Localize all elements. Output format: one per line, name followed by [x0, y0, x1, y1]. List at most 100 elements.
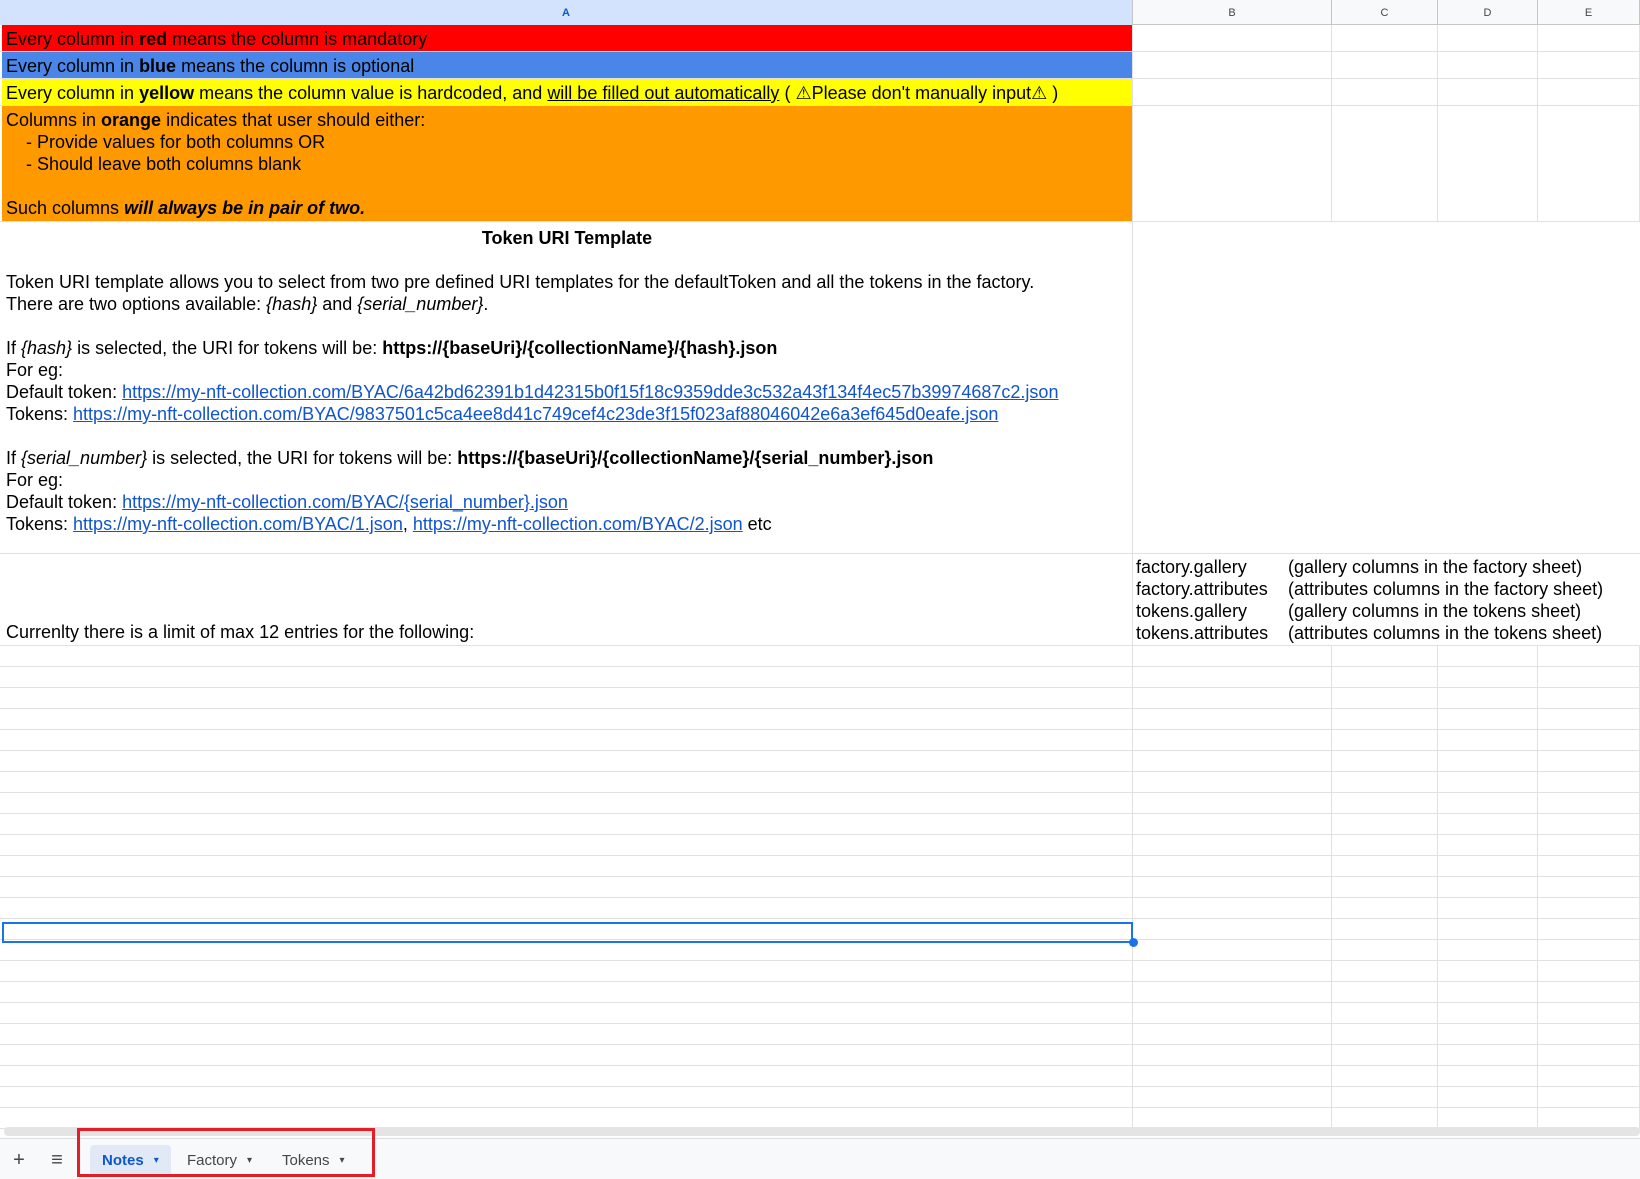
all-sheets-button[interactable]: ≡	[44, 1147, 70, 1173]
cell[interactable]	[1538, 106, 1640, 221]
cell[interactable]	[1538, 919, 1640, 939]
cell[interactable]	[1538, 835, 1640, 855]
cell[interactable]	[2, 877, 1133, 897]
chevron-down-icon[interactable]: ▾	[340, 1155, 345, 1166]
serial-tokens-link-2[interactable]: https://my-nft-collection.com/BYAC/2.jso…	[413, 514, 743, 534]
cell[interactable]	[1438, 709, 1538, 729]
cell[interactable]	[1538, 730, 1640, 750]
cell[interactable]	[1332, 1108, 1438, 1128]
cell-legend-orange[interactable]: Columns in orange indicates that user sh…	[2, 106, 1133, 221]
cell[interactable]	[1133, 106, 1332, 221]
cell[interactable]	[1332, 814, 1438, 834]
cell[interactable]	[1332, 1087, 1438, 1107]
cell[interactable]	[1332, 667, 1438, 687]
cell[interactable]	[1438, 877, 1538, 897]
cell[interactable]	[1538, 1024, 1640, 1044]
cell[interactable]	[1133, 751, 1332, 771]
cell[interactable]	[2, 1003, 1133, 1023]
cell[interactable]	[2, 667, 1133, 687]
cell[interactable]	[1538, 856, 1640, 876]
cell[interactable]	[1438, 1003, 1538, 1023]
cell[interactable]	[1538, 772, 1640, 792]
tab-tokens[interactable]: Tokens ▾	[270, 1145, 357, 1175]
cell[interactable]	[1332, 106, 1438, 221]
cell[interactable]	[1538, 1003, 1640, 1023]
cell[interactable]	[1332, 751, 1438, 771]
cell[interactable]	[1332, 646, 1438, 666]
hash-default-token-link[interactable]: https://my-nft-collection.com/BYAC/6a42b…	[122, 382, 1058, 402]
cell[interactable]	[1133, 1108, 1332, 1128]
cell[interactable]	[1538, 814, 1640, 834]
horizontal-scrollbar[interactable]	[4, 1127, 1640, 1136]
cell[interactable]	[1332, 772, 1438, 792]
cell[interactable]	[1438, 772, 1538, 792]
cell[interactable]	[1538, 1087, 1640, 1107]
cell[interactable]	[1438, 1066, 1538, 1086]
cell[interactable]	[1133, 1024, 1332, 1044]
cell[interactable]	[1133, 919, 1332, 939]
cell-merged-empty[interactable]	[1133, 222, 1640, 553]
cell[interactable]	[1538, 52, 1640, 78]
cell[interactable]	[1438, 982, 1538, 1002]
cell[interactable]	[1133, 730, 1332, 750]
cell[interactable]	[1438, 1045, 1538, 1065]
cell[interactable]	[1332, 730, 1438, 750]
cell[interactable]	[1133, 1066, 1332, 1086]
cell[interactable]	[1438, 814, 1538, 834]
column-header-d[interactable]: D	[1438, 0, 1538, 25]
cell[interactable]	[1538, 940, 1640, 960]
cell[interactable]	[2, 1087, 1133, 1107]
cell[interactable]	[2, 835, 1133, 855]
cell-limit-list[interactable]: factory.gallery (gallery columns in the f…	[1133, 554, 1640, 645]
cell[interactable]	[1332, 940, 1438, 960]
column-header-c[interactable]: C	[1332, 0, 1438, 25]
cell[interactable]	[2, 898, 1133, 918]
cell[interactable]	[1438, 751, 1538, 771]
cell[interactable]	[2, 772, 1133, 792]
cell[interactable]	[2, 982, 1133, 1002]
tab-factory[interactable]: Factory ▾	[175, 1145, 264, 1175]
cell[interactable]	[1438, 79, 1538, 105]
serial-default-token-link[interactable]: https://my-nft-collection.com/BYAC/{seri…	[122, 492, 568, 512]
cell[interactable]	[1538, 961, 1640, 981]
cell[interactable]	[1332, 79, 1438, 105]
cell[interactable]	[1133, 982, 1332, 1002]
chevron-down-icon[interactable]: ▾	[247, 1155, 252, 1166]
cell[interactable]	[1438, 667, 1538, 687]
cell[interactable]	[1133, 688, 1332, 708]
cell[interactable]	[2, 940, 1133, 960]
cell[interactable]	[1332, 877, 1438, 897]
cell[interactable]	[1438, 688, 1538, 708]
cell[interactable]	[1133, 709, 1332, 729]
cell[interactable]	[1133, 1003, 1332, 1023]
cell[interactable]	[1133, 1087, 1332, 1107]
cell[interactable]	[1133, 835, 1332, 855]
cell[interactable]	[1438, 1087, 1538, 1107]
cell[interactable]	[1133, 793, 1332, 813]
cell-limit-note[interactable]: Currenlty there is a limit of max 12 ent…	[2, 554, 1133, 645]
cell-legend-blue[interactable]: Every column in blue means the column is…	[2, 52, 1133, 78]
cell[interactable]	[2, 751, 1133, 771]
cell[interactable]	[1133, 814, 1332, 834]
cell[interactable]	[1133, 1045, 1332, 1065]
cell[interactable]	[1538, 1045, 1640, 1065]
cell[interactable]	[1538, 688, 1640, 708]
cell[interactable]	[1133, 940, 1332, 960]
cell-legend-red[interactable]: Every column in red means the column is …	[2, 25, 1133, 51]
cell[interactable]	[1332, 856, 1438, 876]
cell[interactable]	[1438, 919, 1538, 939]
cell[interactable]	[1133, 772, 1332, 792]
column-header-b[interactable]: B	[1133, 0, 1332, 25]
cell[interactable]	[1438, 646, 1538, 666]
hash-tokens-link[interactable]: https://my-nft-collection.com/BYAC/98375…	[73, 404, 998, 424]
cell[interactable]	[1332, 793, 1438, 813]
cell[interactable]	[1538, 709, 1640, 729]
cell[interactable]	[2, 730, 1133, 750]
cell[interactable]	[1538, 1066, 1640, 1086]
cell[interactable]	[1538, 1108, 1640, 1128]
cell[interactable]	[2, 646, 1133, 666]
cell[interactable]	[1438, 856, 1538, 876]
tab-notes[interactable]: Notes ▾	[90, 1145, 171, 1175]
cell[interactable]	[2, 814, 1133, 834]
cell[interactable]	[2, 688, 1133, 708]
